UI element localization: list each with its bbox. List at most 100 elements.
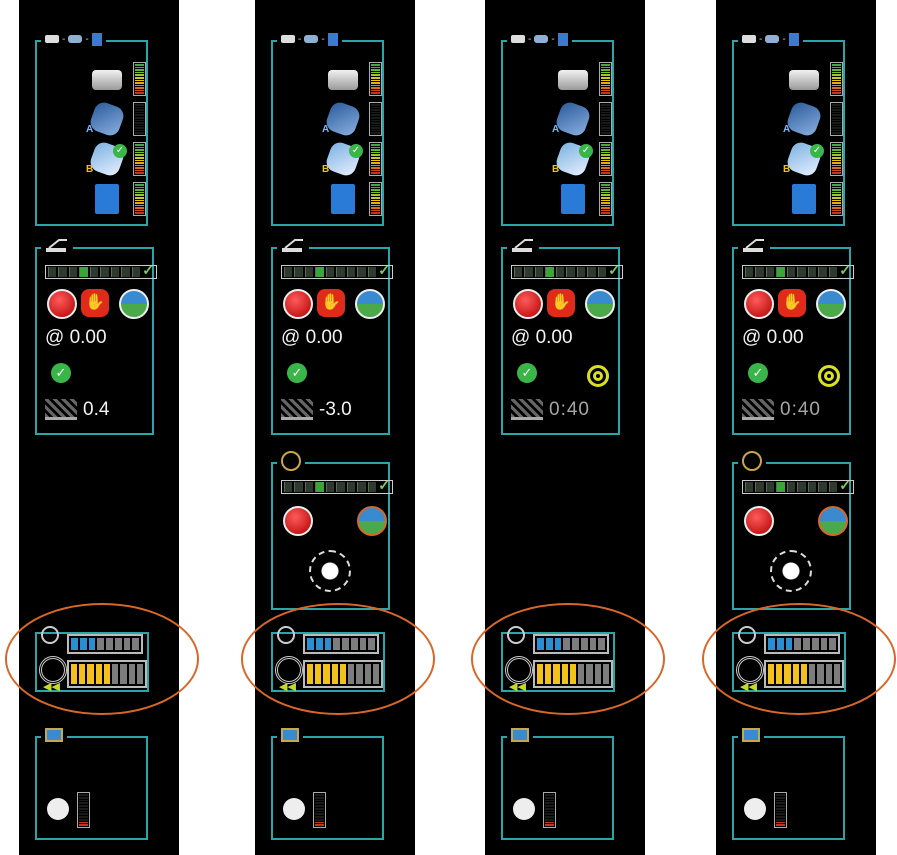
- tape-highlight-ellipse: [5, 603, 199, 715]
- dolly-track-icon: [281, 399, 313, 420]
- hdd-icon: [742, 35, 756, 43]
- reel-icon: [738, 450, 766, 472]
- monitor-icon: [742, 728, 760, 742]
- storage-device-row[interactable]: A: [273, 99, 382, 139]
- record-button-icon[interactable]: [47, 289, 77, 319]
- stop-hand-icon[interactable]: ✋: [778, 289, 806, 317]
- dash-icon: -: [782, 33, 786, 45]
- storage-device-row[interactable]: [37, 62, 146, 98]
- storage-device-row[interactable]: [503, 62, 612, 98]
- usb-label: A: [86, 124, 94, 135]
- usb-icon: [68, 35, 83, 43]
- storage-level-meter: [133, 182, 146, 216]
- dash-icon: -: [85, 33, 89, 45]
- monitor-panel: [732, 724, 845, 840]
- dolly-track-icon: [45, 399, 77, 420]
- power-plug-check-icon[interactable]: ✓: [287, 363, 307, 383]
- hdd-icon: [558, 70, 588, 90]
- camera-panel: ✓ ✋ @ 0.00 ✓ 0:40: [732, 235, 854, 435]
- storage-level-meter: [369, 182, 382, 216]
- record-button-icon[interactable]: [744, 289, 774, 319]
- stop-hand-icon[interactable]: ✋: [81, 289, 109, 317]
- target-icon[interactable]: [587, 365, 609, 387]
- storage-device-row[interactable]: A: [503, 99, 612, 139]
- level-horizon-icon[interactable]: [119, 289, 149, 319]
- reel-progress-bar: ✓: [742, 477, 854, 494]
- level-horizon-icon[interactable]: [357, 506, 387, 536]
- record-button-icon[interactable]: [513, 289, 543, 319]
- level-horizon-icon[interactable]: [816, 289, 846, 319]
- usb-label: B: [552, 164, 560, 175]
- stop-hand-icon[interactable]: ✋: [547, 289, 575, 317]
- power-level-meter: [774, 792, 787, 828]
- check-icon: ✓: [608, 262, 620, 278]
- usb-label: B: [783, 164, 791, 175]
- camera-progress-bar: ✓: [742, 262, 854, 279]
- storage-device-row[interactable]: B ✓: [503, 139, 612, 179]
- reel-icon: [281, 451, 301, 471]
- dolly-track-icon: [742, 399, 774, 420]
- usb-a-icon: [784, 99, 824, 139]
- level-horizon-icon[interactable]: [818, 506, 848, 536]
- storage-level-meter: [830, 182, 843, 216]
- check-icon: ✓: [349, 144, 363, 158]
- storage-device-row[interactable]: A: [37, 99, 146, 139]
- storage-device-row[interactable]: [273, 182, 382, 218]
- sd-card-icon: [792, 184, 816, 214]
- storage-panel: - - A B ✓: [501, 28, 614, 226]
- record-button-icon[interactable]: [283, 289, 313, 319]
- check-icon: ✓: [142, 262, 154, 278]
- position-readout: @ 0.00: [45, 327, 107, 348]
- hdd-icon: [92, 70, 122, 90]
- power-plug-icon: [47, 798, 69, 820]
- storage-device-row[interactable]: [734, 62, 843, 98]
- check-icon: ✓: [810, 144, 824, 158]
- storage-level-meter: [133, 142, 146, 176]
- power-plug-check-icon[interactable]: ✓: [51, 363, 71, 383]
- storage-level-meter: [369, 102, 382, 136]
- storage-device-row[interactable]: B ✓: [37, 139, 146, 179]
- storage-panel: - - A B ✓: [732, 28, 845, 226]
- storage-level-meter: [369, 62, 382, 96]
- storage-level-meter: [133, 102, 146, 136]
- storage-device-row[interactable]: [37, 182, 146, 218]
- record-button-icon[interactable]: [744, 506, 774, 536]
- check-icon: ✓: [113, 144, 127, 158]
- target-icon[interactable]: [818, 365, 840, 387]
- storage-device-row[interactable]: B ✓: [734, 139, 843, 179]
- level-horizon-icon[interactable]: [585, 289, 615, 319]
- storage-level-meter: [599, 142, 612, 176]
- compass-icon[interactable]: [309, 550, 351, 592]
- storage-device-row[interactable]: B ✓: [273, 139, 382, 179]
- level-horizon-icon[interactable]: [355, 289, 385, 319]
- tape-highlight-ellipse: [702, 603, 896, 715]
- dash-icon: -: [551, 33, 555, 45]
- monitor-icon: [738, 724, 764, 746]
- monitor-icon: [41, 724, 67, 746]
- stop-hand-icon[interactable]: ✋: [317, 289, 345, 317]
- hdd-icon: [789, 70, 819, 90]
- storage-device-row[interactable]: [273, 62, 382, 98]
- control-strip-3: - - A B ✓ ✓ ✋ @ 0.00 ✓ 0:40 ◀◀: [485, 0, 645, 855]
- compass-icon[interactable]: [770, 550, 812, 592]
- storage-header-icons: --: [738, 28, 803, 50]
- usb-a-icon: [323, 99, 363, 139]
- power-plug-check-icon[interactable]: ✓: [748, 363, 768, 383]
- camera-panel: ✓ ✋ @ 0.00 ✓ -3.0: [271, 235, 393, 435]
- storage-header-icons: --: [277, 28, 342, 50]
- usb-label: A: [783, 124, 791, 135]
- dolly-track-icon: [511, 399, 543, 420]
- usb-label: A: [322, 124, 330, 135]
- storage-level-meter: [599, 102, 612, 136]
- storage-device-row[interactable]: [503, 182, 612, 218]
- power-plug-check-icon[interactable]: ✓: [517, 363, 537, 383]
- check-icon: ✓: [378, 262, 390, 278]
- check-icon: ✓: [839, 477, 851, 493]
- storage-device-row[interactable]: A: [734, 99, 843, 139]
- record-button-icon[interactable]: [283, 506, 313, 536]
- control-strip-4: - - A B ✓ ✓ ✋ @ 0.00 ✓ 0:40 ✓ ◀◀: [716, 0, 876, 855]
- storage-level-meter: [599, 182, 612, 216]
- dash-icon: -: [759, 33, 763, 45]
- storage-device-row[interactable]: [734, 182, 843, 218]
- power-plug-icon: [283, 798, 305, 820]
